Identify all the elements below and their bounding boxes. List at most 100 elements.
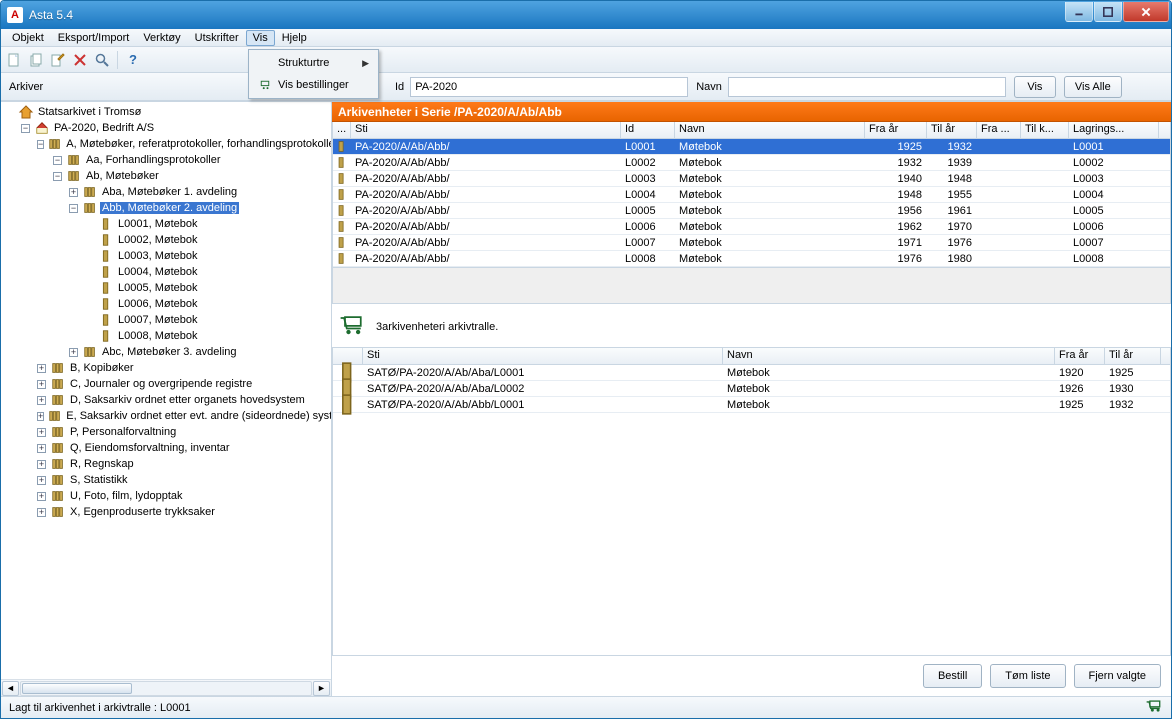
table-row[interactable]: PA-2020/A/Ab/Abb/L0003Møtebok19401948L00…	[333, 171, 1170, 187]
copy-doc-icon[interactable]	[27, 51, 45, 69]
tree-toggle-icon[interactable]: +	[37, 508, 46, 517]
tree-node[interactable]: +R, Regnskap	[3, 456, 331, 472]
delete-icon[interactable]	[71, 51, 89, 69]
tree-toggle-icon[interactable]: +	[37, 460, 46, 469]
tree-node[interactable]: +U, Foto, film, lydopptak	[3, 488, 331, 504]
tree-toggle-icon[interactable]: −	[37, 140, 44, 149]
tree-node[interactable]: −Ab, Møtebøker	[3, 168, 331, 184]
table-row[interactable]: SATØ/PA-2020/A/Ab/Abb/L0001Møtebok192519…	[333, 397, 1170, 413]
tree-node[interactable]: +Aba, Møtebøker 1. avdeling	[3, 184, 331, 200]
fjern-valgte-button[interactable]: Fjern valgte	[1074, 664, 1161, 688]
tree-node[interactable]: +C, Journaler og overgripende registre	[3, 376, 331, 392]
table-row[interactable]: PA-2020/A/Ab/Abb/L0004Møtebok19481955L00…	[333, 187, 1170, 203]
cart-grid-body[interactable]: SATØ/PA-2020/A/Ab/Aba/L0001Møtebok192019…	[333, 365, 1170, 655]
tree-toggle-icon[interactable]: +	[37, 396, 46, 405]
tree-toggle-icon[interactable]: +	[37, 380, 46, 389]
menu-hjelp[interactable]: Hjelp	[275, 30, 314, 46]
close-button[interactable]	[1123, 2, 1169, 22]
table-row[interactable]: SATØ/PA-2020/A/Ab/Aba/L0002Møtebok192619…	[333, 381, 1170, 397]
table-row[interactable]: PA-2020/A/Ab/Abb/L0002Møtebok19321939L00…	[333, 155, 1170, 171]
tom-liste-button[interactable]: Tøm liste	[990, 664, 1065, 688]
tree-node[interactable]: L0001, Møtebok	[3, 216, 331, 232]
tree-toggle-icon[interactable]: +	[37, 364, 46, 373]
tree-node[interactable]: +S, Statistikk	[3, 472, 331, 488]
name-input[interactable]	[728, 77, 1006, 97]
tree-hscrollbar[interactable]: ◄ ►	[1, 679, 331, 696]
tree-node[interactable]: +E, Saksarkiv ordnet etter evt. andre (s…	[3, 408, 331, 424]
status-cart-icon[interactable]	[1145, 699, 1163, 716]
tree-node[interactable]: −Abb, Møtebøker 2. avdeling	[3, 200, 331, 216]
table-row[interactable]: PA-2020/A/Ab/Abb/L0008Møtebok19761980L00…	[333, 251, 1170, 267]
col-header[interactable]: Navn	[723, 348, 1055, 364]
help-icon[interactable]: ?	[124, 51, 142, 69]
col-header[interactable]: Til år	[1105, 348, 1161, 364]
tree-node[interactable]: L0004, Møtebok	[3, 264, 331, 280]
tree-node[interactable]: L0006, Møtebok	[3, 296, 331, 312]
tree-node[interactable]: +Q, Eiendomsforvaltning, inventar	[3, 440, 331, 456]
tree-node[interactable]: L0007, Møtebok	[3, 312, 331, 328]
id-input[interactable]	[410, 77, 688, 97]
col-header[interactable]: ...	[333, 122, 351, 138]
tree-toggle-icon[interactable]: −	[53, 156, 62, 165]
col-header[interactable]: Navn	[675, 122, 865, 138]
tree-node[interactable]: +X, Egenproduserte trykksaker	[3, 504, 331, 520]
cart-grid-header[interactable]: StiNavnFra årTil år	[333, 348, 1170, 365]
scroll-thumb[interactable]	[22, 683, 132, 694]
menu-verktøy[interactable]: Verktøy	[136, 30, 187, 46]
tree-toggle-icon[interactable]: +	[37, 476, 46, 485]
tree-toggle-icon[interactable]: −	[21, 124, 30, 133]
tree-toggle-icon[interactable]: −	[53, 172, 62, 181]
search-icon[interactable]	[93, 51, 111, 69]
table-row[interactable]: PA-2020/A/Ab/Abb/L0006Møtebok19621970L00…	[333, 219, 1170, 235]
top-grid-header[interactable]: ...StiIdNavnFra årTil årFra ...Til k...L…	[333, 122, 1170, 139]
edit-doc-icon[interactable]	[49, 51, 67, 69]
tree-node[interactable]: +D, Saksarkiv ordnet etter organets hove…	[3, 392, 331, 408]
tree-toggle-icon[interactable]: +	[69, 348, 78, 357]
scroll-track[interactable]	[20, 681, 312, 696]
menu-objekt[interactable]: Objekt	[5, 30, 51, 46]
table-row[interactable]: PA-2020/A/Ab/Abb/L0007Møtebok19711976L00…	[333, 235, 1170, 251]
tree-toggle-icon[interactable]: +	[37, 444, 46, 453]
col-header[interactable]: Fra år	[1055, 348, 1105, 364]
col-header[interactable]: Sti	[351, 122, 621, 138]
maximize-button[interactable]	[1094, 2, 1122, 22]
tree-node[interactable]: L0005, Møtebok	[3, 280, 331, 296]
tree-node[interactable]: +B, Kopibøker	[3, 360, 331, 376]
col-header[interactable]: Id	[621, 122, 675, 138]
new-doc-icon[interactable]	[5, 51, 23, 69]
menu-vis[interactable]: Vis	[246, 30, 275, 46]
minimize-button[interactable]	[1065, 2, 1093, 22]
col-header[interactable]: Sti	[363, 348, 723, 364]
col-header[interactable]: Til k...	[1021, 122, 1069, 138]
menu-item-strukturtre[interactable]: Strukturtre▶	[251, 52, 376, 74]
tree-node[interactable]: −PA-2020, Bedrift A/S	[3, 120, 331, 136]
col-header[interactable]: Fra ...	[977, 122, 1021, 138]
tree-node[interactable]: L0008, Møtebok	[3, 328, 331, 344]
vis-button[interactable]: Vis	[1014, 76, 1056, 98]
col-header[interactable]: Lagrings...	[1069, 122, 1159, 138]
scroll-right-icon[interactable]: ►	[313, 681, 330, 696]
tree[interactable]: Statsarkivet i Tromsø−PA-2020, Bedrift A…	[1, 102, 331, 679]
col-header[interactable]: Fra år	[865, 122, 927, 138]
menu-item-vis-bestillinger[interactable]: Vis bestillinger	[251, 74, 376, 96]
table-row[interactable]: PA-2020/A/Ab/Abb/L0001Møtebok19251932L00…	[333, 139, 1170, 155]
vis-alle-button[interactable]: Vis Alle	[1064, 76, 1122, 98]
scroll-left-icon[interactable]: ◄	[2, 681, 19, 696]
tree-toggle-icon[interactable]: +	[37, 492, 46, 501]
tree-node[interactable]: L0002, Møtebok	[3, 232, 331, 248]
table-row[interactable]: SATØ/PA-2020/A/Ab/Aba/L0001Møtebok192019…	[333, 365, 1170, 381]
menu-utskrifter[interactable]: Utskrifter	[188, 30, 246, 46]
top-grid-body[interactable]: PA-2020/A/Ab/Abb/L0001Møtebok19251932L00…	[333, 139, 1170, 267]
table-row[interactable]: PA-2020/A/Ab/Abb/L0005Møtebok19561961L00…	[333, 203, 1170, 219]
tree-node[interactable]: L0003, Møtebok	[3, 248, 331, 264]
tree-node[interactable]: +Abc, Møtebøker 3. avdeling	[3, 344, 331, 360]
col-header[interactable]: Til år	[927, 122, 977, 138]
tree-toggle-icon[interactable]: +	[69, 188, 78, 197]
tree-toggle-icon[interactable]: +	[37, 428, 46, 437]
tree-node[interactable]: +P, Personalforvaltning	[3, 424, 331, 440]
bestill-button[interactable]: Bestill	[923, 664, 982, 688]
tree-toggle-icon[interactable]: +	[37, 412, 44, 421]
menu-eksport/import[interactable]: Eksport/Import	[51, 30, 137, 46]
tree-node[interactable]: −Aa, Forhandlingsprotokoller	[3, 152, 331, 168]
tree-node[interactable]: −A, Møtebøker, referatprotokoller, forha…	[3, 136, 331, 152]
